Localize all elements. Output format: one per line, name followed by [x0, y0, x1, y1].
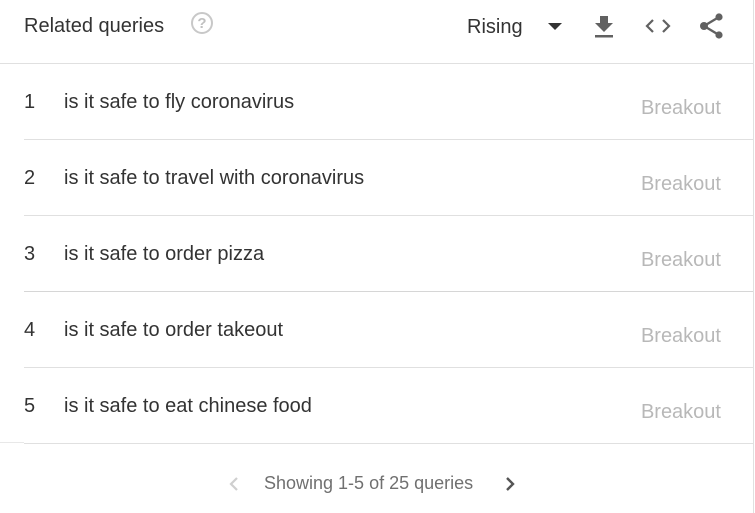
query-link[interactable]: is it safe to eat chinese food: [64, 393, 312, 419]
rank: 5: [24, 395, 36, 417]
list-item[interactable]: 1 is it safe to fly coronavirus Breakout: [24, 64, 753, 140]
query-link[interactable]: is it safe to travel with coronavirus: [64, 165, 364, 191]
value-label: Breakout: [640, 173, 721, 195]
chevron-left-icon: [229, 477, 238, 491]
query-link[interactable]: is it safe to order takeout: [64, 317, 283, 343]
query-link[interactable]: is it safe to fly coronavirus: [64, 89, 294, 115]
value-label: Breakout: [640, 97, 721, 119]
share-button[interactable]: [698, 12, 726, 40]
value-label: Breakout: [640, 401, 721, 423]
rising-top-selector[interactable]: Rising: [467, 14, 523, 40]
card-title: Related queries: [24, 15, 165, 37]
pagination: Showing 1-5 of 25 queries: [0, 468, 753, 498]
related-queries-card: Related queries ? Rising 1 is it safe to…: [0, 0, 754, 513]
rank: 1: [24, 91, 36, 113]
rank: 2: [24, 167, 36, 189]
list-item[interactable]: 3 is it safe to order pizza Breakout: [24, 216, 753, 292]
list-item[interactable]: 5 is it safe to eat chinese food Breakou…: [24, 368, 753, 444]
list-item[interactable]: 2 is it safe to travel with coronavirus …: [24, 140, 753, 216]
embed-button[interactable]: [644, 12, 672, 40]
rank: 3: [24, 243, 36, 265]
chevron-right-icon: [506, 477, 515, 491]
prev-page-button[interactable]: [226, 472, 242, 496]
query-list: 1 is it safe to fly coronavirus Breakout…: [0, 64, 753, 444]
value-label: Breakout: [640, 325, 721, 347]
query-link[interactable]: is it safe to order pizza: [64, 241, 264, 267]
help-circle-icon[interactable]: ?: [191, 12, 213, 34]
divider: [0, 442, 24, 443]
card-header: Related queries ? Rising: [0, 0, 753, 64]
caret-down-icon[interactable]: [548, 23, 562, 30]
share-icon: [700, 13, 723, 39]
next-page-button[interactable]: [502, 472, 518, 496]
download-button[interactable]: [590, 12, 618, 40]
download-icon: [595, 16, 613, 38]
code-embed-icon: [645, 19, 671, 33]
rank: 4: [24, 319, 36, 341]
value-label: Breakout: [640, 249, 721, 271]
pagination-status: Showing 1-5 of 25 queries: [264, 473, 474, 493]
list-item[interactable]: 4 is it safe to order takeout Breakout: [24, 292, 753, 368]
